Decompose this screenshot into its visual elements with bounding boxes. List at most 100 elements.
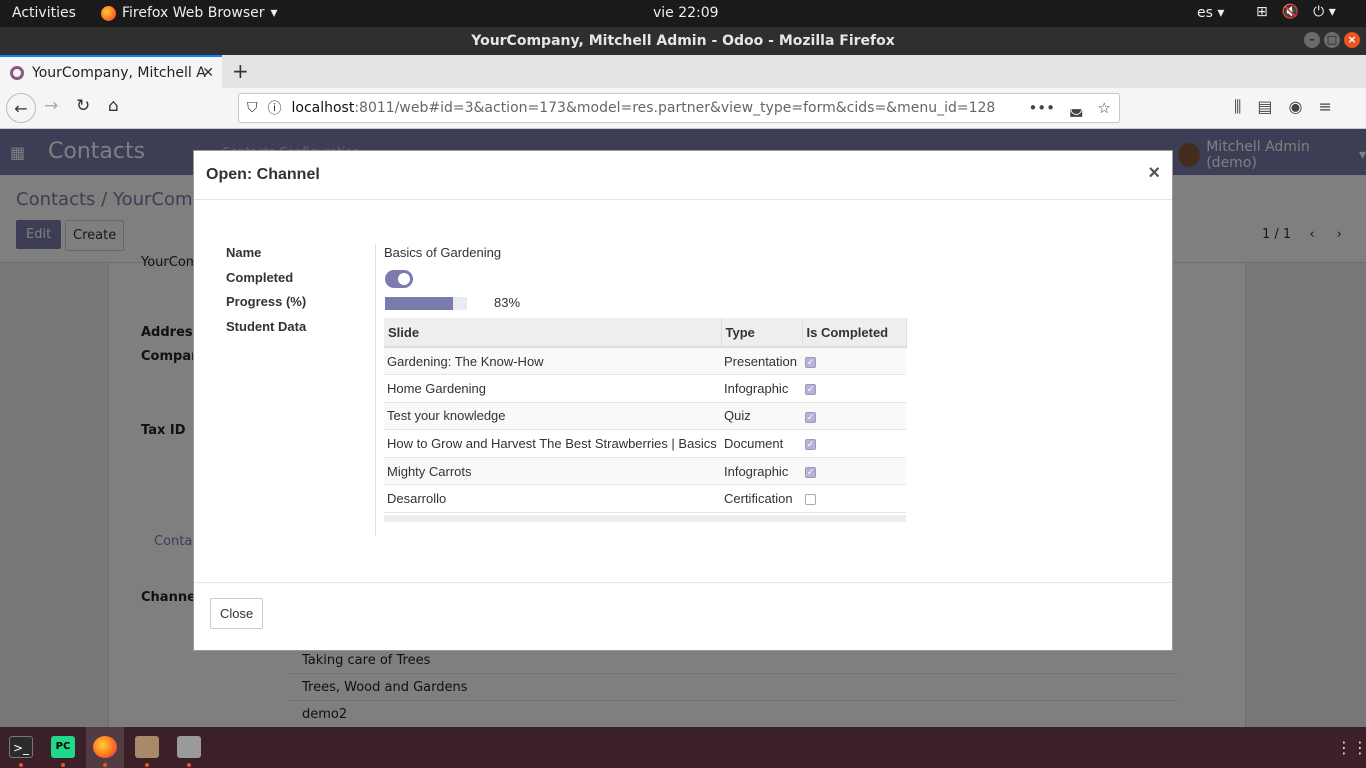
is-completed-cell: ✓ [802,347,906,376]
table-row[interactable]: Gardening: The Know-How Presentation ✓ [384,347,906,376]
type-cell: Presentation [721,347,802,376]
type-cell: Infographic [721,457,802,486]
running-indicator [61,763,65,767]
checkbox[interactable]: ✓ [805,383,816,395]
terminal-icon[interactable]: >_ [9,736,33,758]
system-tray[interactable]: ⊞ 🔇 ⏻ ▾ [1256,4,1336,20]
table-row[interactable]: Test your knowledge Quiz ✓ [384,402,906,431]
close-tab-icon[interactable]: ✕ [202,65,214,81]
window-controls: – □ × [1304,32,1360,48]
is-completed-cell: ✓ [802,402,906,431]
url-host: localhost [291,100,355,116]
chevron-down-icon: ▾ [270,5,278,21]
progress-bar [385,297,467,310]
slide-cell: Desarrollo [384,484,721,514]
app-menu[interactable]: Firefox Web Browser ▾ [101,5,278,21]
bookmark-star-icon[interactable]: ☆ [1098,99,1111,117]
is-completed-cell [802,484,906,514]
field-divider [375,244,376,536]
library-icon[interactable]: ⫼ [1234,97,1241,117]
slide-cell: Test your knowledge [384,402,721,431]
name-value: Basics of Gardening [384,245,502,260]
shield-icon[interactable]: ⛉ [247,100,258,116]
progress-fill [385,297,454,310]
progress-label: Progress (%) [226,294,307,309]
browser-tab[interactable]: YourCompany, Mitchell A ✕ [0,55,222,88]
pycharm-icon[interactable]: PC [51,736,75,758]
account-icon[interactable]: ◉ [1289,97,1303,117]
minimize-icon[interactable]: – [1304,32,1320,48]
pocket-icon[interactable]: ◛ [1069,99,1084,117]
checkbox[interactable]: ✓ [805,439,816,451]
toggle-knob [398,273,410,285]
checkbox[interactable] [805,494,816,506]
close-button[interactable]: Close [210,598,264,629]
activities-button[interactable]: Activities [12,5,76,21]
table-row[interactable]: Home Gardening Infographic ✓ [384,374,906,403]
slide-cell: Gardening: The Know-How [384,347,721,376]
url-bar[interactable]: ⛉ ⓘ localhost:8011/web#id=3&action=173&m… [238,93,1120,123]
column-header-is-completed[interactable]: Is Completed [802,318,907,348]
table-footer [384,515,906,522]
navigation-toolbar: ← → ↻ ⌂ ⛉ ⓘ localhost:8011/web#id=3&acti… [0,88,1366,129]
new-tab-icon[interactable]: + [232,59,249,83]
app-menu-label: Firefox Web Browser [122,5,265,21]
type-cell: Document [721,429,802,458]
is-completed-cell: ✓ [802,374,906,403]
type-cell: Infographic [721,374,802,403]
window-title: YourCompany, Mitchell Admin - Odoo - Moz… [471,33,895,49]
taskbar: >_ PC ⋮⋮⋮ [0,727,1366,768]
is-completed-cell: ✓ [802,429,906,458]
info-icon[interactable]: ⓘ [268,98,282,118]
more-actions-icon[interactable]: ••• [1028,99,1055,117]
close-icon[interactable]: × [1148,162,1160,185]
table-row[interactable]: Desarrollo Certification [384,484,906,514]
close-window-icon[interactable]: × [1344,32,1360,48]
network-icon: ⊞ [1256,4,1268,20]
odoo-favicon-icon [10,65,24,80]
firefox-icon[interactable] [93,736,117,758]
channel-dialog: Open: Channel × Name Completed Progress … [193,150,1173,651]
slide-cell: How to Grow and Harvest The Best Strawbe… [384,429,721,458]
hamburger-menu-icon[interactable]: ≡ [1318,97,1331,117]
running-indicator [103,763,107,767]
table-row[interactable]: How to Grow and Harvest The Best Strawbe… [384,429,906,458]
table-header-row: Slide Type Is Completed [384,318,907,348]
show-applications-icon[interactable]: ⋮⋮⋮ [1336,738,1366,757]
slide-cell: Mighty Carrots [384,457,721,486]
dialog-title: Open: Channel [206,166,320,183]
language-label: es [1197,5,1213,21]
student-data-label: Student Data [226,319,307,334]
running-indicator [145,763,149,767]
running-indicator [19,763,23,767]
dialog-footer: Close [194,582,1172,650]
type-cell: Quiz [721,402,802,431]
progress-percent: 83% [494,295,521,310]
system-top-bar: Activities Firefox Web Browser ▾ vie 22:… [0,0,1366,27]
reload-icon[interactable]: ↻ [76,96,90,116]
checkbox[interactable]: ✓ [805,466,816,478]
column-header-type[interactable]: Type [721,318,803,348]
power-icon: ⏻ ▾ [1313,4,1336,20]
column-header-slide[interactable]: Slide [384,318,722,348]
clock[interactable]: vie 22:09 [653,5,719,21]
sidebar-icon[interactable]: ▤ [1257,97,1272,117]
slide-cell: Home Gardening [384,374,721,403]
url-path: :8011/web#id=3&action=173&model=res.part… [354,100,996,116]
file-manager-icon[interactable] [135,736,159,758]
table-row[interactable]: Mighty Carrots Infographic ✓ [384,457,906,486]
dialog-header: Open: Channel × [194,151,1172,200]
printer-icon[interactable] [177,736,201,758]
checkbox[interactable]: ✓ [805,356,816,368]
volume-icon: 🔇 [1281,4,1300,20]
maximize-icon[interactable]: □ [1324,32,1340,48]
home-icon[interactable]: ⌂ [108,96,119,116]
toolbar-right: ⫼ ▤ ◉ ≡ [1234,97,1332,117]
window-title-bar: YourCompany, Mitchell Admin - Odoo - Moz… [0,27,1366,55]
forward-icon[interactable]: → [44,96,58,116]
back-icon[interactable]: ← [6,93,36,123]
firefox-icon [101,5,116,21]
checkbox[interactable]: ✓ [805,411,816,423]
completed-toggle[interactable] [385,270,413,288]
language-indicator[interactable]: es ▾ [1197,5,1224,21]
